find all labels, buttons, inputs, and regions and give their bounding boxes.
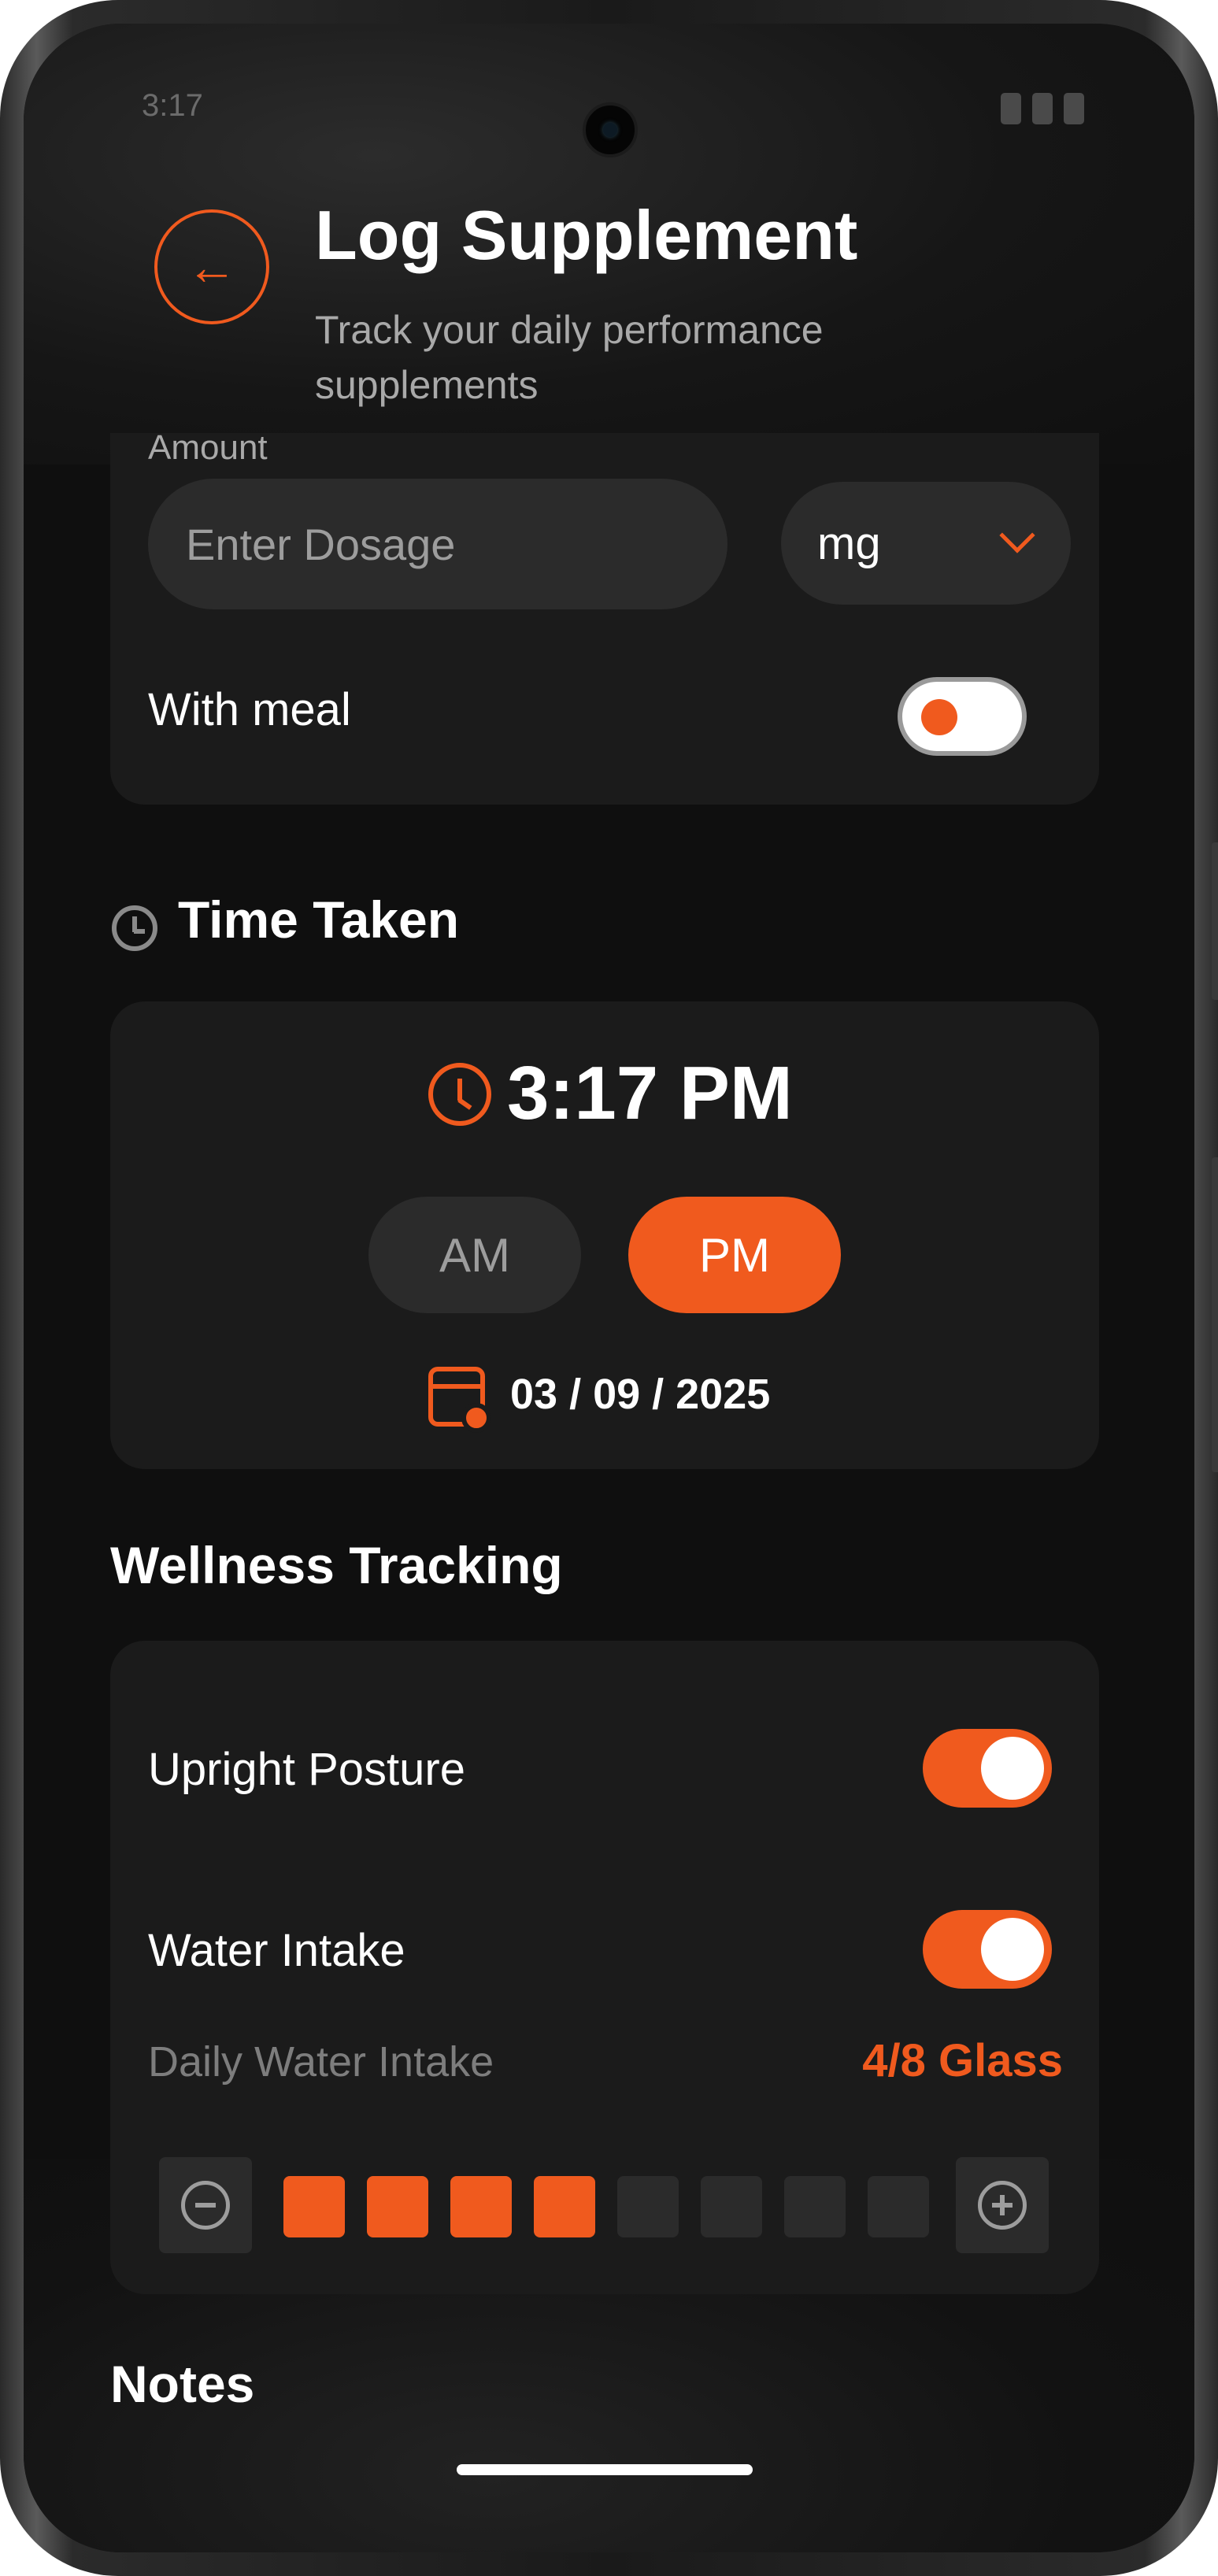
power-button [1212, 1157, 1218, 1472]
water-glass[interactable] [450, 2176, 512, 2237]
time-card: 3:17 PM AM PM 03 / 09 / 2025 [110, 1001, 1099, 1469]
pm-button[interactable]: PM [628, 1197, 841, 1313]
daily-water-label: Daily Water Intake [148, 2038, 494, 2086]
date-value[interactable]: 03 / 09 / 2025 [510, 1370, 770, 1419]
page-title: Log Supplement [315, 196, 858, 274]
toggle-knob [981, 1737, 1044, 1800]
plus-icon [978, 2181, 1027, 2230]
device-frame: 3:17 ← Log Supplement Track your daily p… [0, 0, 1218, 2576]
chevron-down-icon [999, 517, 1035, 553]
unit-value: mg [817, 517, 881, 569]
increase-water-button[interactable] [956, 2157, 1049, 2253]
water-glass[interactable] [701, 2176, 762, 2237]
wifi-icon [1001, 93, 1021, 124]
water-intake-toggle[interactable] [923, 1910, 1052, 1989]
am-label: AM [439, 1228, 510, 1282]
front-camera [583, 102, 638, 157]
toggle-knob [921, 699, 957, 735]
water-intake-label: Water Intake [148, 1925, 405, 1976]
wellness-card: Upright Posture Water Intake Daily Water… [110, 1641, 1099, 2294]
status-icons [1001, 93, 1084, 124]
notes-heading: Notes [110, 2355, 255, 2413]
upright-posture-toggle[interactable] [923, 1729, 1052, 1808]
time-value[interactable]: 3:17 PM [507, 1050, 793, 1137]
battery-icon [1064, 93, 1084, 124]
water-glass[interactable] [868, 2176, 929, 2237]
back-button[interactable]: ← [154, 209, 269, 324]
water-glass[interactable] [534, 2176, 595, 2237]
unit-select[interactable]: mg [781, 482, 1071, 605]
amount-label: Amount [148, 428, 268, 467]
clock-icon [428, 1063, 491, 1126]
pm-label: PM [699, 1228, 770, 1282]
signal-icon [1032, 93, 1053, 124]
volume-button [1212, 842, 1218, 1000]
dosage-card: Amount mg With meal [110, 428, 1099, 805]
time-taken-heading: Time Taken [178, 890, 460, 949]
home-indicator[interactable] [457, 2464, 753, 2475]
with-meal-label: With meal [148, 684, 351, 735]
with-meal-toggle[interactable] [898, 677, 1027, 756]
decrease-water-button[interactable] [159, 2157, 252, 2253]
water-glass-row [283, 2176, 929, 2237]
water-glass[interactable] [784, 2176, 846, 2237]
minus-icon [181, 2181, 230, 2230]
page-subtitle: Track your daily performance supplements [315, 308, 824, 407]
upright-posture-label: Upright Posture [148, 1744, 465, 1795]
water-glass[interactable] [283, 2176, 345, 2237]
app-screen: 3:17 ← Log Supplement Track your daily p… [24, 24, 1194, 2552]
toggle-knob [981, 1918, 1044, 1981]
wellness-heading: Wellness Tracking [110, 1536, 563, 1594]
am-button[interactable]: AM [368, 1197, 581, 1313]
status-time: 3:17 [142, 88, 203, 123]
daily-water-count: 4/8 Glass [862, 2035, 1063, 2086]
water-glass[interactable] [617, 2176, 679, 2237]
back-arrow-icon: ← [187, 239, 237, 295]
clock-icon [112, 905, 157, 951]
dosage-input[interactable] [148, 479, 727, 609]
water-glass[interactable] [367, 2176, 428, 2237]
calendar-icon[interactable] [428, 1367, 491, 1433]
